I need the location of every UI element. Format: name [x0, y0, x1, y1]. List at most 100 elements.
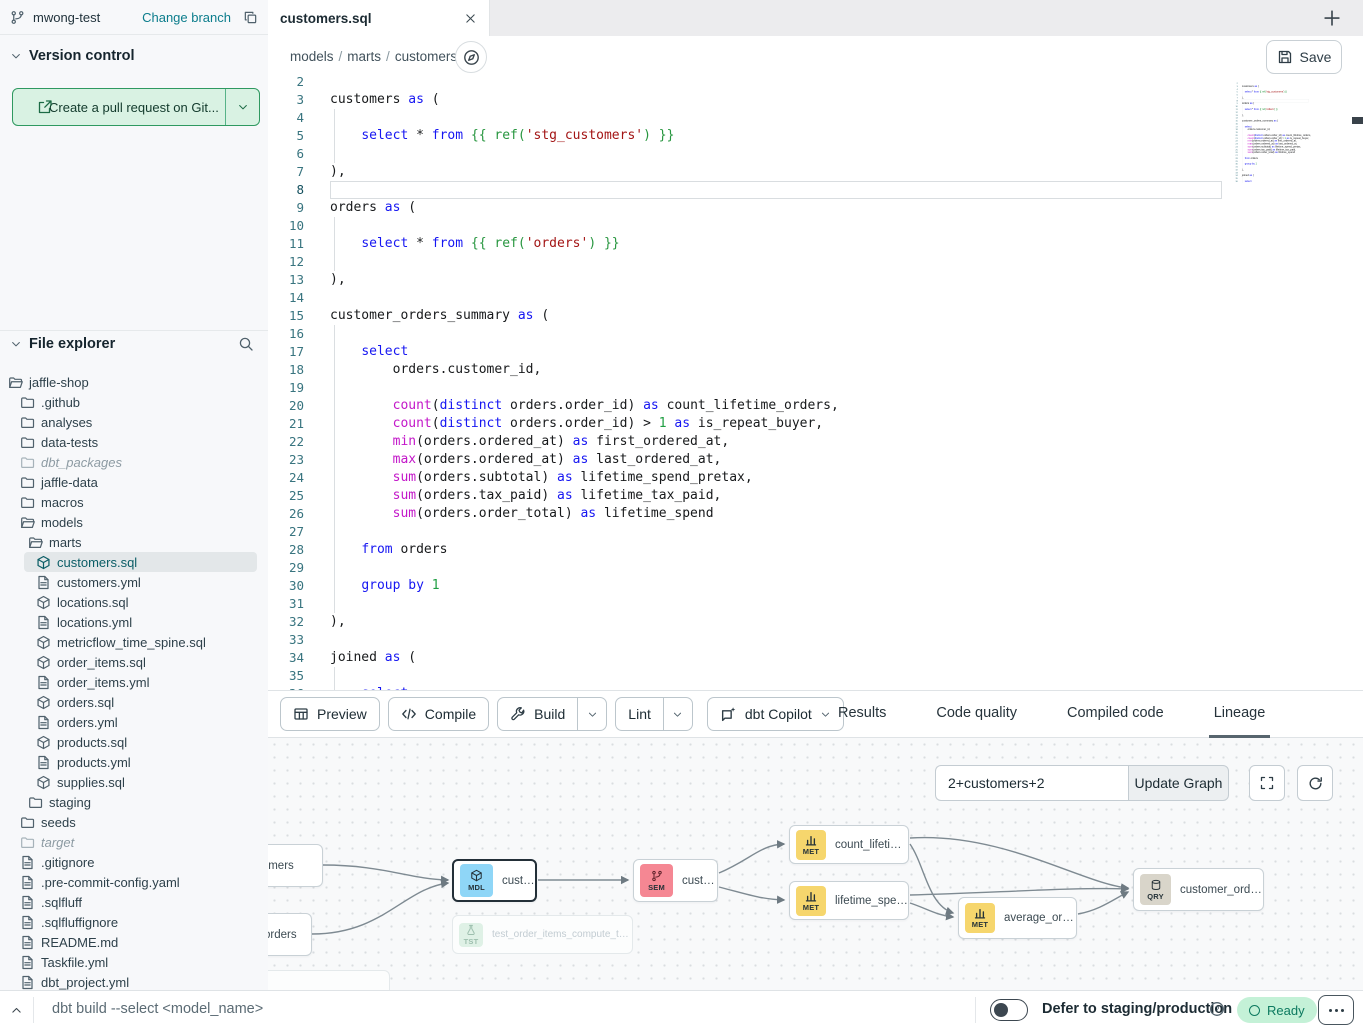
fullscreen-button[interactable] — [1249, 765, 1285, 801]
code-line-18[interactable]: 18 orders.customer_id, — [268, 361, 1363, 379]
file-item-jaffle-shop[interactable]: jaffle-shop — [0, 372, 267, 392]
code-line-21[interactable]: 21 count(distinct orders.order_id) > 1 a… — [268, 415, 1363, 433]
code-line-34[interactable]: 34joined as ( — [268, 649, 1363, 667]
copy-icon[interactable] — [243, 10, 258, 25]
lineage-node-test-order-items[interactable]: TSTtest_order_items_compute_to_bools... — [452, 915, 633, 954]
lineage-selector-input[interactable] — [935, 765, 1128, 801]
file-item-metricflow-time-spine-sql[interactable]: metricflow_time_spine.sql — [0, 632, 267, 652]
file-item-orders-sql[interactable]: orders.sql — [0, 692, 267, 712]
file-item-orders-yml[interactable]: orders.yml — [0, 712, 267, 732]
lineage-panel[interactable]: MDLstg_customers MDLorders MDLcustomers TST… — [268, 738, 1363, 990]
code-line-10[interactable]: 10 — [268, 217, 1363, 235]
code-line-4[interactable]: 4 — [268, 109, 1363, 127]
refresh-icon[interactable] — [1297, 765, 1333, 801]
tab-code-quality[interactable]: Code quality — [931, 691, 1022, 738]
version-control-header[interactable]: Version control — [10, 48, 135, 64]
build-dropdown-caret[interactable] — [577, 698, 606, 730]
file-item--sqlfluff[interactable]: .sqlfluff — [0, 892, 267, 912]
file-item-staging[interactable]: staging — [0, 792, 267, 812]
code-line-22[interactable]: 22 min(orders.ordered_at) as first_order… — [268, 433, 1363, 451]
file-item-products-sql[interactable]: products.sql — [0, 732, 267, 752]
code-line-31[interactable]: 31 — [268, 595, 1363, 613]
tab-lineage[interactable]: Lineage — [1209, 691, 1271, 738]
code-line-11[interactable]: 11 select * from {{ ref('orders') }} — [268, 235, 1363, 253]
code-line-35[interactable]: 35 — [268, 667, 1363, 685]
file-item-jaffle-data[interactable]: jaffle-data — [0, 472, 267, 492]
file-item--gitignore[interactable]: .gitignore — [0, 852, 267, 872]
file-item-order-items-sql[interactable]: order_items.sql — [0, 652, 267, 672]
editor-minimap[interactable]: 23customers as (45 select * from {{ ref(… — [1232, 82, 1316, 282]
change-branch-link[interactable]: Change branch — [142, 10, 231, 25]
tab-compiled-code[interactable]: Compiled code — [1062, 691, 1169, 738]
code-line-15[interactable]: 15customer_orders_summary as ( — [268, 307, 1363, 325]
lineage-node-customers-semantic[interactable]: SEMcustomers — [633, 859, 718, 902]
chevron-up-icon[interactable] — [4, 998, 28, 1022]
create-pull-request-button[interactable]: Create a pull request on Git... — [12, 88, 260, 126]
build-button[interactable]: Build — [497, 697, 607, 731]
code-line-28[interactable]: 28 from orders — [268, 541, 1363, 559]
file-item-products-yml[interactable]: products.yml — [0, 752, 267, 772]
file-item-dbt-packages[interactable]: dbt_packages — [0, 452, 267, 472]
file-explorer-header[interactable]: File explorer — [10, 336, 258, 352]
code-line-33[interactable]: 33 — [268, 631, 1363, 649]
code-line-30[interactable]: 30 group by 1 — [268, 577, 1363, 595]
scrollbar-handle[interactable] — [1352, 117, 1363, 124]
code-line-32[interactable]: 32), — [268, 613, 1363, 631]
file-item-models[interactable]: models — [0, 512, 267, 532]
lineage-node-orders[interactable]: MDLorders — [268, 913, 312, 956]
preview-button[interactable]: Preview — [280, 697, 380, 731]
code-line-14[interactable]: 14 — [268, 289, 1363, 307]
code-line-6[interactable]: 6 — [268, 145, 1363, 163]
file-item--sqlfluffignore[interactable]: .sqlfluffignore — [0, 912, 267, 932]
file-item--github[interactable]: .github — [0, 392, 267, 412]
file-item-seeds[interactable]: seeds — [0, 812, 267, 832]
explore-lineage-button[interactable] — [455, 41, 487, 73]
code-line-17[interactable]: 17 select — [268, 343, 1363, 361]
file-item-locations-yml[interactable]: locations.yml — [0, 612, 267, 632]
lineage-node-customers-model[interactable]: MDLcustomers — [452, 859, 537, 902]
code-line-26[interactable]: 26 sum(orders.order_total) as lifetime_s… — [268, 505, 1363, 523]
code-line-19[interactable]: 19 — [268, 379, 1363, 397]
file-item-README-md[interactable]: README.md — [0, 932, 267, 952]
lint-button[interactable]: Lint — [615, 697, 693, 731]
file-item-dbt-project-yml[interactable]: dbt_project.yml — [0, 972, 267, 992]
command-input[interactable]: dbt build --select <model_name> — [52, 1001, 263, 1017]
code-line-20[interactable]: 20 count(distinct orders.order_id) as co… — [268, 397, 1363, 415]
code-line-7[interactable]: 7), — [268, 163, 1363, 181]
code-line-25[interactable]: 25 sum(orders.tax_paid) as lifetime_tax_… — [268, 487, 1363, 505]
lineage-node-average-order-value[interactable]: METaverage_order_value — [958, 897, 1077, 939]
search-icon[interactable] — [238, 336, 254, 352]
file-item-analyses[interactable]: analyses — [0, 412, 267, 432]
file-item--pre-commit-config-yaml[interactable]: .pre-commit-config.yaml — [0, 872, 267, 892]
file-item-Taskfile-yml[interactable]: Taskfile.yml — [0, 952, 267, 972]
code-line-23[interactable]: 23 max(orders.ordered_at) as last_ordere… — [268, 451, 1363, 469]
lineage-node-count-lifetime-orders[interactable]: METcount_lifetime_orders — [789, 825, 909, 864]
file-item-marts[interactable]: marts — [0, 532, 267, 552]
new-tab-button[interactable] — [1322, 8, 1344, 30]
code-line-9[interactable]: 9orders as ( — [268, 199, 1363, 217]
breadcrumb-item[interactable]: models — [290, 49, 334, 64]
file-item-order-items-yml[interactable]: order_items.yml — [0, 672, 267, 692]
lineage-node-stg-customers[interactable]: MDLstg_customers — [268, 844, 323, 887]
lineage-node-lifetime-spend-pretax[interactable]: METlifetime_spend_pretax — [789, 881, 909, 920]
more-options-button[interactable] — [1318, 995, 1354, 1025]
code-line-2[interactable]: 2 — [268, 76, 1363, 91]
file-item-locations-sql[interactable]: locations.sql — [0, 592, 267, 612]
lint-dropdown-caret[interactable] — [663, 698, 692, 730]
code-line-36[interactable]: 36 select — [1232, 180, 1316, 183]
tab-customers-sql[interactable]: customers.sql — [268, 0, 490, 36]
code-line-27[interactable]: 27 — [268, 523, 1363, 541]
compile-button[interactable]: Compile — [388, 697, 489, 731]
file-item-target[interactable]: target — [0, 832, 267, 852]
file-item-customers-sql[interactable]: customers.sql — [24, 552, 257, 572]
code-editor[interactable]: 23customers as (45 select * from {{ ref(… — [268, 76, 1363, 690]
close-icon[interactable] — [464, 12, 477, 25]
save-button[interactable]: Save — [1266, 40, 1342, 74]
code-line-8[interactable]: 8 — [268, 181, 1363, 199]
defer-toggle[interactable] — [990, 999, 1028, 1021]
code-line-24[interactable]: 24 sum(orders.subtotal) as lifetime_spen… — [268, 469, 1363, 487]
file-item-customers-yml[interactable]: customers.yml — [0, 572, 267, 592]
file-item-data-tests[interactable]: data-tests — [0, 432, 267, 452]
dbt-copilot-button[interactable]: dbt Copilot — [707, 697, 844, 731]
lineage-node-partial-node[interactable] — [268, 970, 390, 990]
